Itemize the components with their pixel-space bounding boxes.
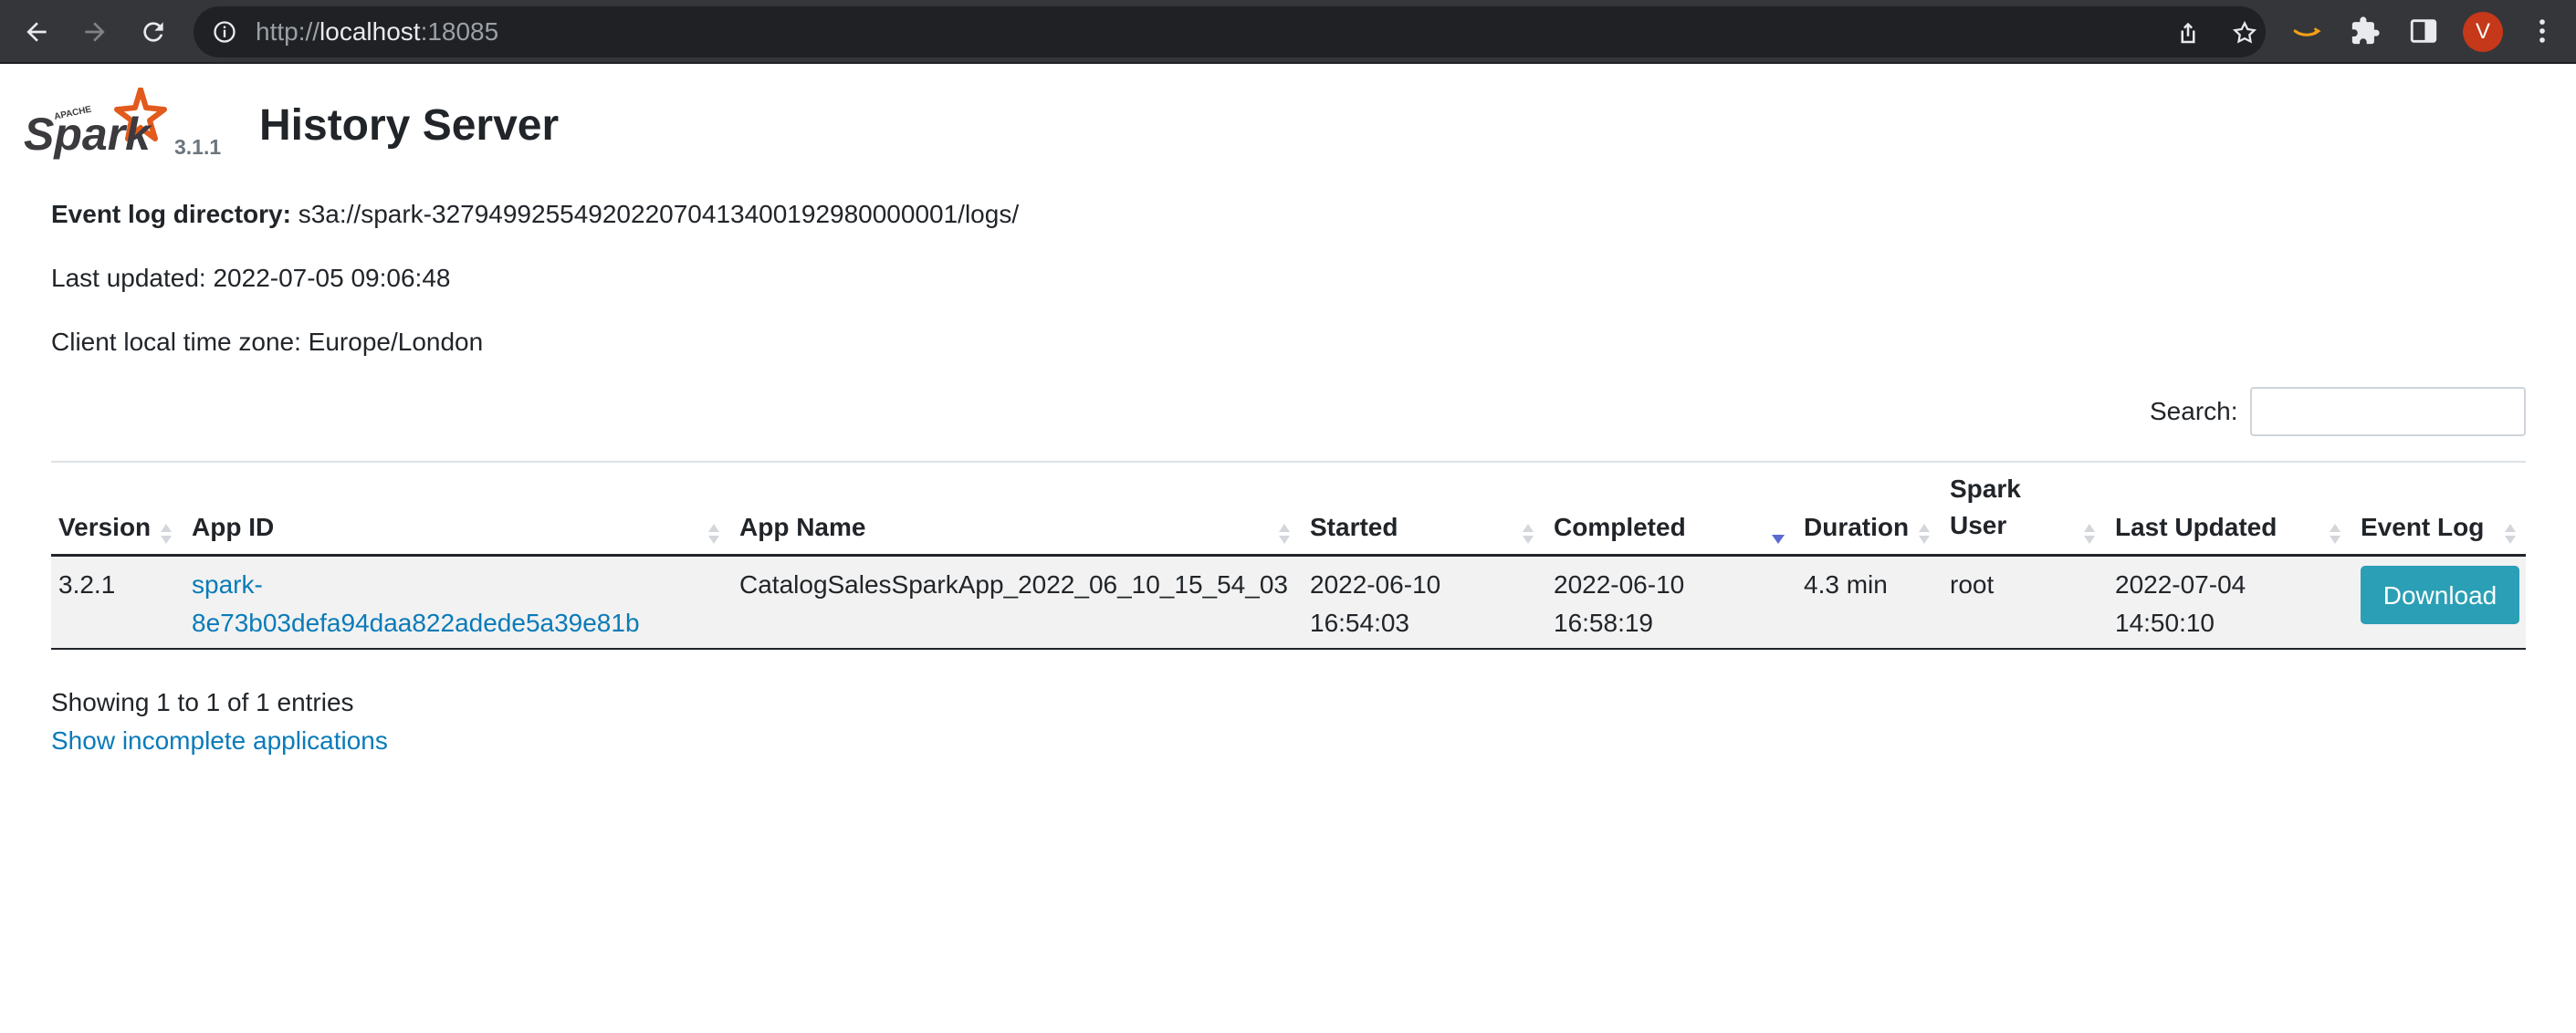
sort-both-icon[interactable] xyxy=(1521,522,1535,546)
arrow-right-icon xyxy=(85,22,105,42)
profile-avatar[interactable]: V xyxy=(2463,12,2503,52)
cell-last-updated-time: 14:50:10 xyxy=(2115,609,2215,637)
reload-icon xyxy=(143,22,163,42)
entries-info: Showing 1 to 1 of 1 entries xyxy=(51,688,354,716)
address-bar[interactable]: http://localhost:18085 xyxy=(194,6,2266,57)
sort-both-icon[interactable] xyxy=(707,522,721,546)
reload-button[interactable] xyxy=(135,14,172,50)
search-input[interactable] xyxy=(2250,387,2526,436)
sort-both-icon[interactable] xyxy=(159,522,173,546)
last-updated-info: Last updated: 2022-07-05 09:06:48 xyxy=(51,264,451,292)
download-button[interactable]: Download xyxy=(2361,566,2519,624)
column-header-spark-user-line2: User xyxy=(1950,511,2007,539)
column-header-app-name[interactable]: App Name xyxy=(739,509,865,546)
divider xyxy=(51,461,2526,463)
cell-started: 2022-06-10 16:54:03 xyxy=(1310,566,1440,642)
bookmark-star-icon[interactable] xyxy=(2231,19,2258,47)
cell-completed-date: 2022-06-10 xyxy=(1554,570,1685,599)
column-header-duration[interactable]: Duration xyxy=(1804,509,1909,546)
table-bottom-rule xyxy=(51,648,2526,650)
column-header-completed[interactable]: Completed xyxy=(1554,509,1686,546)
cell-app-name: CatalogSalesSparkApp_2022_06_10_15_54_03 xyxy=(739,570,1288,599)
amazon-extension-icon[interactable] xyxy=(2291,16,2322,47)
event-log-value: s3a://spark-3279499255492022070413400192… xyxy=(298,200,1020,228)
more-vertical-icon[interactable] xyxy=(2527,16,2558,47)
back-button[interactable] xyxy=(18,14,55,50)
column-header-started[interactable]: Started xyxy=(1310,509,1398,546)
spark-version: 3.1.1 xyxy=(174,135,222,159)
cell-completed-time: 16:58:19 xyxy=(1554,609,1653,637)
show-incomplete-link[interactable]: Show incomplete applications xyxy=(51,725,388,757)
cell-last-updated-date: 2022-07-04 xyxy=(2115,570,2246,599)
url-text[interactable]: http://localhost:18085 xyxy=(256,6,498,57)
url-host: localhost xyxy=(319,17,421,46)
sort-both-icon[interactable] xyxy=(2328,522,2342,546)
column-header-spark-user-line1: Spark xyxy=(1950,475,2021,503)
browser-toolbar: http://localhost:18085 V xyxy=(0,0,2576,64)
event-log-directory: Event log directory: s3a://spark-3279499… xyxy=(51,198,1019,231)
search-label: Search: xyxy=(2150,397,2238,425)
url-port: :18085 xyxy=(420,17,499,46)
column-header-last-updated[interactable]: Last Updated xyxy=(2115,509,2277,546)
extensions-puzzle-icon[interactable] xyxy=(2350,16,2381,47)
cell-spark-user: root xyxy=(1950,570,1995,599)
arrow-left-icon xyxy=(26,22,47,42)
page-title: History Server xyxy=(259,101,560,150)
url-scheme: http:// xyxy=(256,17,320,46)
app-id-line2: 8e73b03defa94daa822adede5a39e81b xyxy=(192,609,640,637)
cell-completed: 2022-06-10 16:58:19 xyxy=(1554,566,1684,642)
column-header-app-id[interactable]: App ID xyxy=(192,509,274,546)
side-panel-icon[interactable] xyxy=(2408,16,2439,47)
cell-started-date: 2022-06-10 xyxy=(1310,570,1441,599)
sort-both-icon[interactable] xyxy=(1917,522,1932,546)
column-header-spark-user[interactable]: Spark User xyxy=(1950,471,2021,544)
time-zone-info: Client local time zone: Europe/London xyxy=(51,328,484,356)
app-id-link[interactable]: spark- 8e73b03defa94daa822adede5a39e81b xyxy=(192,566,640,642)
sort-descending-icon[interactable] xyxy=(1771,522,1785,546)
column-header-event-log[interactable]: Event Log xyxy=(2361,509,2484,546)
share-icon[interactable] xyxy=(2174,19,2202,47)
site-info-icon[interactable] xyxy=(212,19,237,45)
sort-both-icon[interactable] xyxy=(2503,522,2518,546)
logo-spark-text: Spark xyxy=(24,109,152,160)
spark-logo[interactable]: APACHE Spark xyxy=(24,88,170,162)
cell-last-updated: 2022-07-04 14:50:10 xyxy=(2115,566,2246,642)
event-log-label: Event log directory: xyxy=(51,200,291,228)
sort-both-icon[interactable] xyxy=(2082,522,2097,546)
forward-button[interactable] xyxy=(77,14,113,50)
cell-version: 3.2.1 xyxy=(58,570,116,599)
app-id-line1: spark- xyxy=(192,570,263,599)
sort-both-icon[interactable] xyxy=(1277,522,1292,546)
cell-started-time: 16:54:03 xyxy=(1310,609,1409,637)
cell-duration: 4.3 min xyxy=(1804,570,1888,599)
column-header-version[interactable]: Version xyxy=(58,509,151,546)
